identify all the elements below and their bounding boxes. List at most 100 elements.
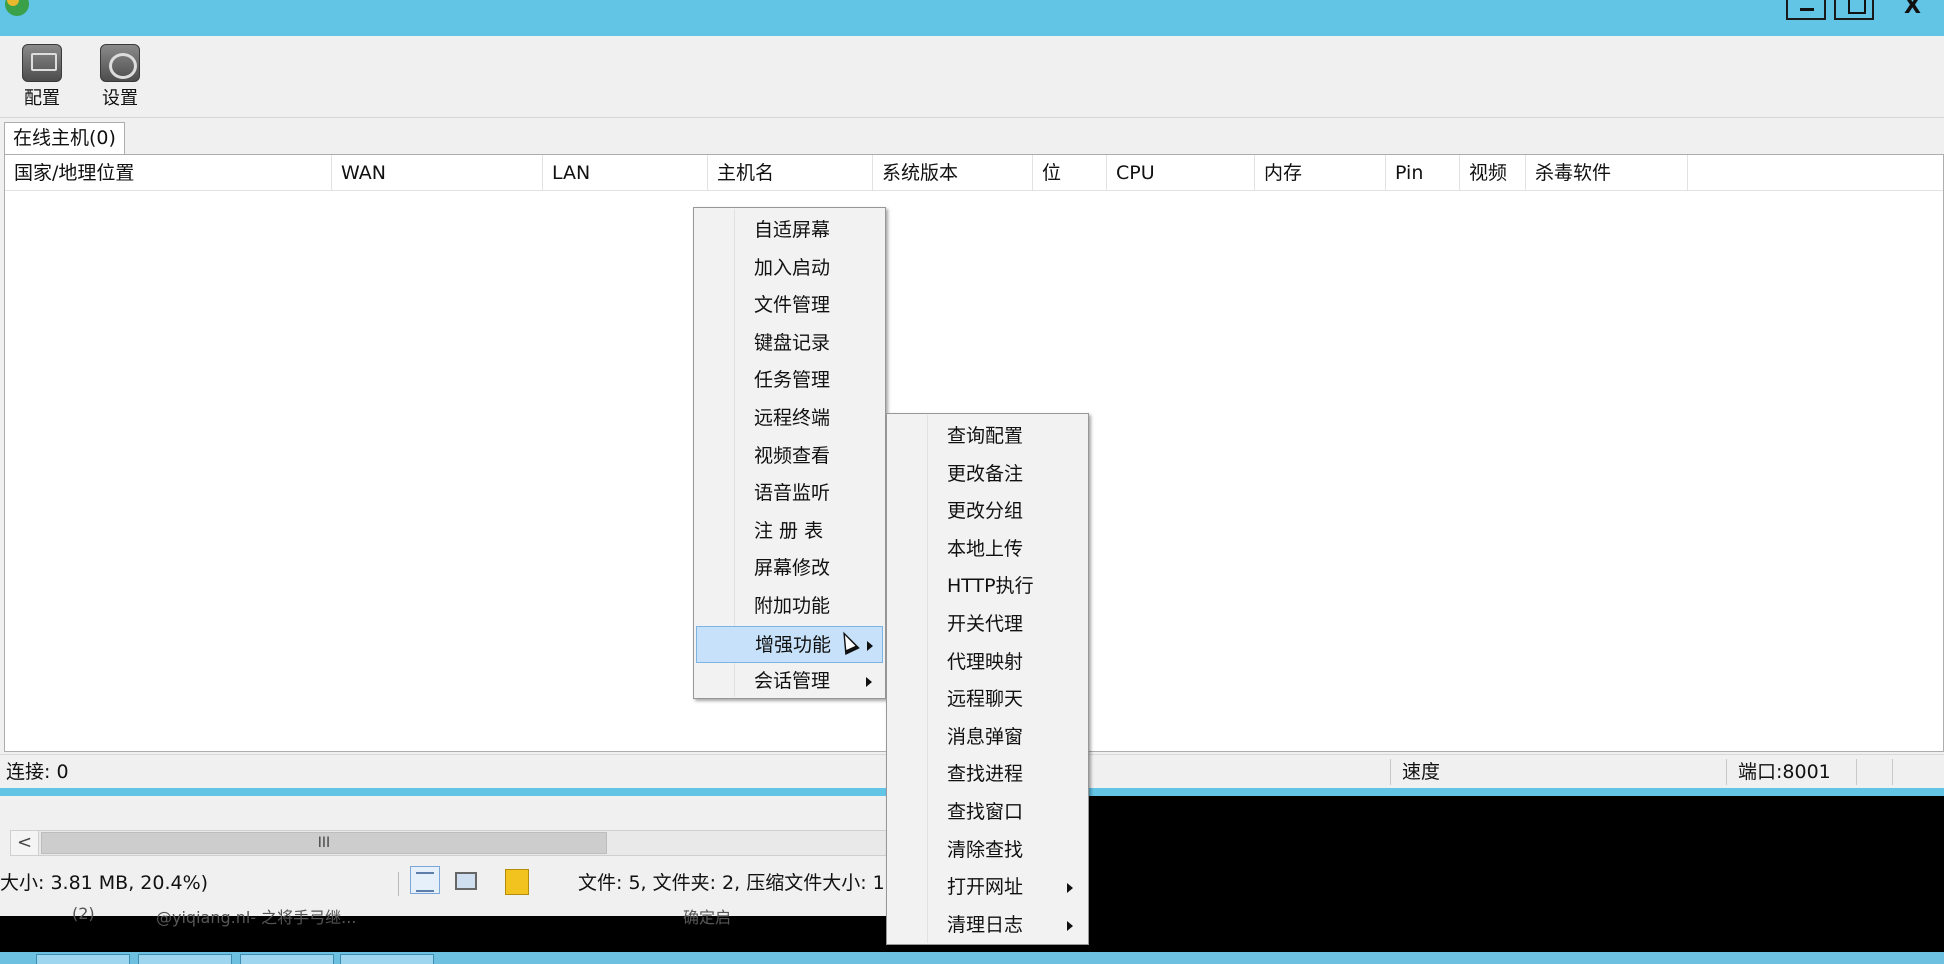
menu-item-label: 消息弹窗 [947, 725, 1024, 748]
menu-item-label: 远程终端 [754, 407, 831, 429]
menu-item-label: 屏幕修改 [754, 557, 831, 580]
settings-icon [100, 44, 140, 82]
menu-item-label: 开关代理 [947, 613, 1024, 635]
speed-label: 速度 [1402, 761, 1441, 783]
menu-item-label: 自适屏幕 [754, 219, 831, 241]
column-header-cpu[interactable]: CPU [1107, 155, 1255, 191]
menu-item-label: 文件管理 [754, 294, 831, 317]
menu-item[interactable]: 更改分组 [889, 493, 1086, 530]
menu-item[interactable]: 远程终端 [696, 400, 883, 437]
minimize-button[interactable] [1786, 0, 1826, 20]
menu-item-label: 键盘记录 [754, 331, 831, 354]
menu-item[interactable]: 加入启动 [696, 250, 883, 287]
connection-count: 连接: 0 [6, 761, 69, 783]
menu-item[interactable]: 本地上传 [889, 531, 1086, 568]
background-text: @yiqiang.nl- 之将手弓继... [156, 908, 357, 927]
menu-item[interactable]: 视频查看 [696, 438, 883, 475]
background-text: (2) [72, 904, 95, 923]
menu-item-label: 查询配置 [947, 425, 1024, 447]
menu-item[interactable]: 注 册 表 [696, 513, 883, 550]
column-header-bits[interactable]: 位 [1033, 155, 1107, 191]
settings-button[interactable]: 设置 [90, 44, 150, 110]
detail-view-icon[interactable] [450, 866, 480, 894]
background-text: 确定启 [683, 908, 732, 927]
context-menu: 自适屏幕加入启动文件管理键盘记录任务管理远程终端视频查看语音监听注 册 表屏幕修… [693, 207, 886, 699]
maximize-button[interactable] [1834, 0, 1874, 20]
menu-item[interactable]: 代理映射 [889, 644, 1086, 681]
scroll-thumb[interactable]: III [41, 832, 607, 854]
menu-item[interactable]: 开关代理 [889, 606, 1086, 643]
menu-item[interactable]: 查找窗口 [889, 794, 1086, 831]
column-header-hostname[interactable]: 主机名 [708, 155, 873, 191]
column-header-os-version[interactable]: 系统版本 [873, 155, 1033, 191]
menu-item[interactable]: 键盘记录 [696, 325, 883, 362]
submenu-arrow-icon [867, 640, 873, 651]
menu-item-label: 视频查看 [754, 444, 831, 467]
app-globe-icon [5, 0, 29, 20]
menu-item[interactable]: 文件管理 [696, 287, 883, 324]
tab-online-hosts[interactable]: 在线主机(0) [4, 122, 125, 154]
scroll-left-button[interactable]: < [11, 831, 39, 855]
menu-item-label: 打开网址 [947, 876, 1024, 899]
background-text-row: (2) @yiqiang.nl- 之将手弓继... 确定启 [0, 900, 890, 940]
menu-item-label: 本地上传 [947, 537, 1024, 560]
archive-file-count-text: 文件: 5, 文件夹: 2, 压缩文件大小: 1 [578, 872, 885, 894]
menu-item[interactable]: 会话管理 [696, 663, 883, 700]
menu-item-label: 附加功能 [754, 595, 831, 617]
menu-item-label: 更改分组 [947, 500, 1024, 523]
menu-item-label: 远程聊天 [947, 688, 1024, 711]
menu-item-label: 代理映射 [947, 650, 1024, 673]
column-header-location[interactable]: 国家/地理位置 [5, 155, 332, 191]
status-divider [1390, 759, 1391, 785]
close-button[interactable]: X [1876, 0, 1944, 20]
enhanced-functions-submenu: 查询配置更改备注更改分组本地上传 HTTP执行 开关代理代理映射远程聊天消息弹窗查找… [886, 413, 1089, 945]
column-header-lan[interactable]: LAN [543, 155, 708, 191]
menu-item[interactable]: 更改备注 [889, 456, 1086, 493]
notebook-icon[interactable] [500, 866, 530, 895]
menu-item[interactable]: 附加功能 [696, 588, 883, 625]
menu-item[interactable]: 远程聊天 [889, 681, 1086, 718]
toolbar: 配置 设置 [0, 36, 1944, 118]
config-button[interactable]: 配置 [12, 44, 72, 110]
menu-item[interactable]: 查询配置 [889, 418, 1086, 455]
taskbar-item[interactable] [36, 954, 130, 964]
menu-item[interactable]: 查找进程 [889, 756, 1086, 793]
menu-item-label: 查找窗口 [947, 801, 1024, 823]
menu-item[interactable]: 任务管理 [696, 362, 883, 399]
config-label: 配置 [24, 88, 60, 109]
status-divider [398, 872, 399, 896]
menu-item[interactable]: 清除查找 [889, 832, 1086, 869]
taskbar-item[interactable] [340, 954, 434, 964]
menu-item[interactable]: HTTP执行 [889, 568, 1086, 605]
menu-item[interactable]: 打开网址 [889, 869, 1086, 906]
port-label: 端口:8001 [1738, 761, 1831, 783]
archive-size-text: 大小: 3.81 MB, 20.4%) [0, 872, 209, 894]
menu-item-label: 更改备注 [947, 462, 1024, 485]
menu-item-label: 任务管理 [754, 369, 831, 392]
menu-item[interactable]: 屏幕修改 [696, 550, 883, 587]
list-view-icon[interactable] [410, 866, 440, 894]
menu-item[interactable]: 消息弹窗 [889, 719, 1086, 756]
taskbar-item[interactable] [138, 954, 232, 964]
menu-item[interactable]: 清理日志 [889, 907, 1086, 944]
horizontal-scrollbar[interactable]: < III [10, 830, 888, 856]
status-divider [1726, 759, 1727, 785]
column-header-antivirus[interactable]: 杀毒软件 [1526, 155, 1688, 191]
menu-item[interactable]: 语音监听 [696, 475, 883, 512]
close-icon: X [1904, 0, 1921, 19]
column-header-video[interactable]: 视频 [1460, 155, 1526, 191]
menu-item-label: 查找进程 [947, 763, 1024, 786]
archive-status-bar: 大小: 3.81 MB, 20.4%) 文件: 5, 文件夹: 2, 压缩文件大… [0, 862, 890, 900]
menu-item-label: 语音监听 [754, 482, 831, 505]
menu-item-label: 清理日志 [947, 913, 1024, 936]
title-bar[interactable]: X [0, 0, 1944, 36]
menu-item-label: 清除查找 [947, 838, 1024, 861]
status-divider [1856, 759, 1857, 785]
settings-label: 设置 [102, 88, 138, 109]
column-header-memory[interactable]: 内存 [1255, 155, 1386, 191]
column-header-wan[interactable]: WAN [332, 155, 543, 191]
menu-item-label: HTTP执行 [947, 575, 1034, 598]
column-header-pin[interactable]: Pin [1386, 155, 1460, 191]
taskbar-item[interactable] [240, 954, 334, 964]
menu-item[interactable]: 自适屏幕 [696, 212, 883, 249]
